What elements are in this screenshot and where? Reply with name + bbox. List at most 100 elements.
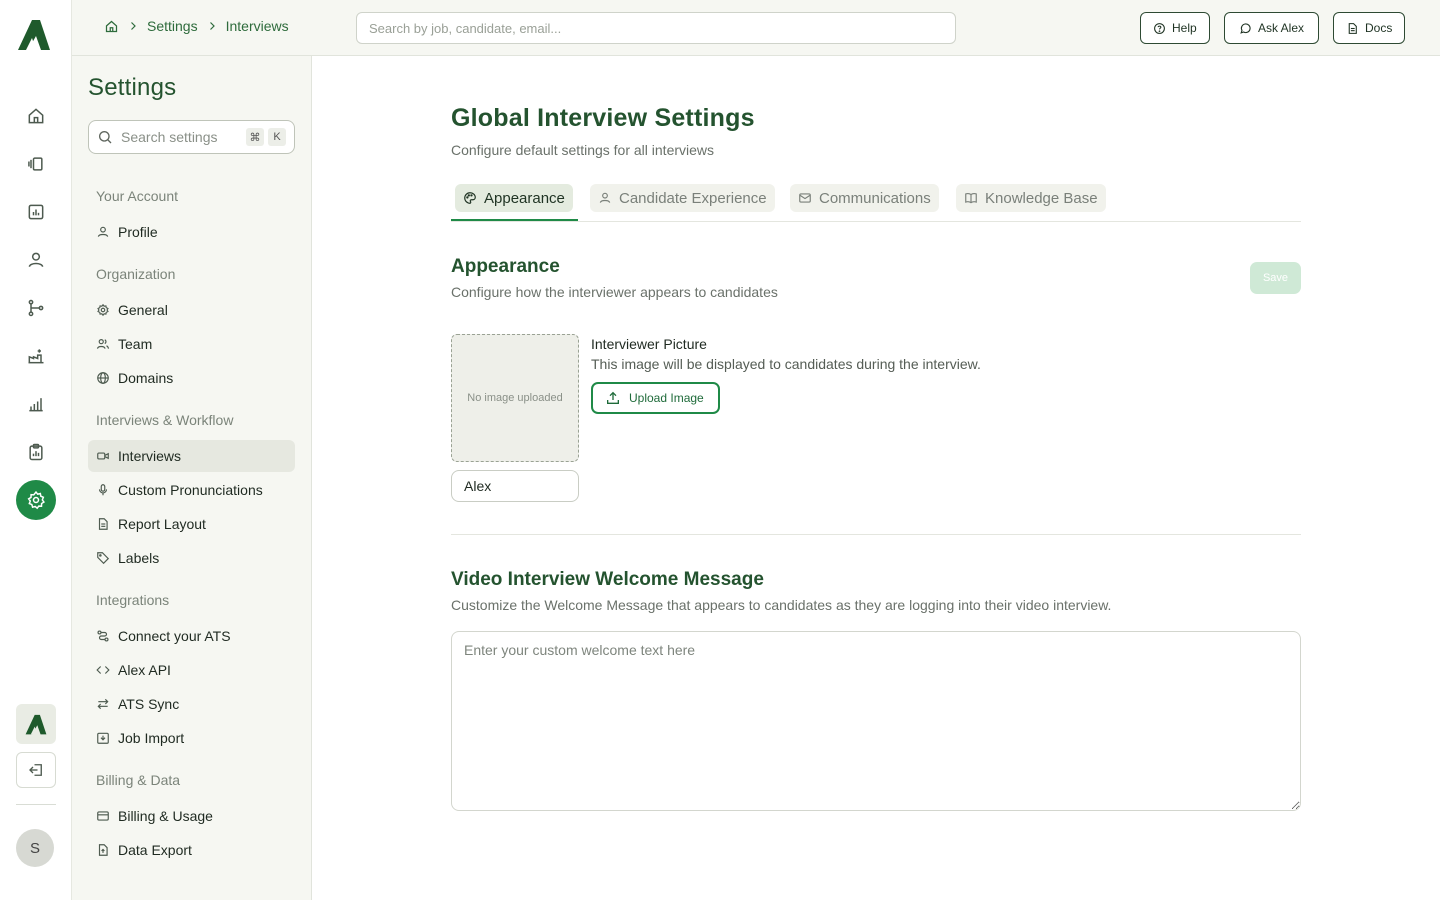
interviewer-picture-label: Interviewer Picture xyxy=(591,336,707,352)
sidebar-item-label: Data Export xyxy=(118,842,192,858)
file-export-icon xyxy=(98,844,108,856)
save-button[interactable]: Save xyxy=(1250,262,1301,294)
main-content: Global Interview Settings Configure defa… xyxy=(312,56,1440,900)
settings-sidebar: Settings ⌘ K Your Account Profile Organi… xyxy=(72,56,312,900)
sidebar-item-data-export[interactable]: Data Export xyxy=(88,834,295,866)
sidebar-item-alex-api[interactable]: Alex API xyxy=(88,654,295,686)
top-bar: Settings Interviews Help Ask Alex Docs xyxy=(72,0,1440,56)
no-image-text: No image uploaded xyxy=(467,392,563,404)
shortcut-cmd-key: ⌘ xyxy=(246,128,264,146)
global-search-input[interactable] xyxy=(356,12,956,44)
sidebar-item-label: General xyxy=(118,302,168,318)
sidebar-item-job-import[interactable]: Job Import xyxy=(88,722,295,754)
sidebar-item-label: Job Import xyxy=(118,730,185,746)
mail-icon xyxy=(799,193,811,203)
sidebar-item-report-layout[interactable]: Report Layout xyxy=(88,508,295,540)
clipboard-icon[interactable] xyxy=(16,432,56,472)
settings-search[interactable]: ⌘ K xyxy=(88,120,295,154)
help-button[interactable]: Help xyxy=(1140,12,1210,44)
bar-chart-icon[interactable] xyxy=(16,384,56,424)
settings-tabs: Appearance Candidate Experience Communic… xyxy=(451,184,1301,222)
ask-alex-button-label: Ask Alex xyxy=(1258,21,1305,35)
tab-knowledge-base[interactable]: Knowledge Base xyxy=(956,184,1106,212)
section-integrations: Integrations xyxy=(96,592,170,608)
alex-logo-icon[interactable] xyxy=(14,16,54,52)
sidebar-item-team[interactable]: Team xyxy=(88,328,295,360)
page-title: Global Interview Settings xyxy=(451,104,755,132)
welcome-message-title: Video Interview Welcome Message xyxy=(451,569,764,590)
sidebar-item-general[interactable]: General xyxy=(88,294,295,326)
git-branch-icon[interactable] xyxy=(16,288,56,328)
upload-image-button[interactable]: Upload Image xyxy=(591,382,720,414)
sidebar-item-label: Team xyxy=(118,336,153,352)
sidebar-item-billing-usage[interactable]: Billing & Usage xyxy=(88,800,295,832)
document-icon xyxy=(1348,22,1357,34)
code-icon xyxy=(96,666,110,674)
docs-button[interactable]: Docs xyxy=(1333,12,1406,44)
shortcut-k-key: K xyxy=(268,128,286,146)
sidebar-item-label: Alex API xyxy=(118,662,171,678)
tab-communications[interactable]: Communications xyxy=(790,184,939,212)
layers-icon[interactable] xyxy=(16,144,56,184)
docs-button-label: Docs xyxy=(1365,21,1393,35)
file-text-icon xyxy=(98,518,108,530)
sidebar-item-interviews[interactable]: Interviews xyxy=(88,440,295,472)
sidebar-item-label: Report Layout xyxy=(118,516,206,532)
settings-search-input[interactable] xyxy=(121,129,231,145)
welcome-message-subtitle: Customize the Welcome Message that appea… xyxy=(451,597,1112,613)
appearance-subtitle: Configure how the interviewer appears to… xyxy=(451,284,778,300)
chart-icon[interactable] xyxy=(16,192,56,232)
home-icon[interactable] xyxy=(16,96,56,136)
sidebar-item-ats-sync[interactable]: ATS Sync xyxy=(88,688,295,720)
sidebar-item-label: Profile xyxy=(118,224,158,240)
sidebar-item-label: Billing & Usage xyxy=(118,808,213,824)
tab-candidate-experience[interactable]: Candidate Experience xyxy=(590,184,775,212)
sidebar-item-custom-pronunciations[interactable]: Custom Pronunciations xyxy=(88,474,295,506)
sidebar-item-label: ATS Sync xyxy=(118,696,180,712)
sidebar-item-labels[interactable]: Labels xyxy=(88,542,295,574)
help-button-label: Help xyxy=(1172,21,1197,35)
user-icon[interactable] xyxy=(16,240,56,280)
ask-alex-button[interactable]: Ask Alex xyxy=(1224,12,1320,44)
interviewer-picture-help: This image will be displayed to candidat… xyxy=(591,356,981,372)
breadcrumb-settings[interactable]: Settings xyxy=(147,18,198,34)
credit-card-icon xyxy=(97,811,109,821)
section-your-account: Your Account xyxy=(96,188,178,204)
sidebar-item-label: Custom Pronunciations xyxy=(118,482,263,498)
settings-icon[interactable] xyxy=(16,480,56,520)
section-divider xyxy=(451,534,1301,535)
appearance-title: Appearance xyxy=(451,256,560,277)
brand-logo-icon[interactable] xyxy=(16,704,56,744)
user-icon xyxy=(599,192,611,203)
help-circle-icon xyxy=(1154,22,1165,34)
logout-icon[interactable] xyxy=(16,752,56,788)
arrows-swap-icon xyxy=(97,698,109,710)
sidebar-item-label: Labels xyxy=(118,550,160,566)
breadcrumb-interviews[interactable]: Interviews xyxy=(226,18,289,34)
sidebar-item-label: Connect your ATS xyxy=(118,628,231,644)
breadcrumb: Settings Interviews xyxy=(104,18,289,34)
sidebar-item-profile[interactable]: Profile xyxy=(88,216,295,248)
sidebar-item-connect-ats[interactable]: Connect your ATS xyxy=(88,620,295,652)
sidebar-item-label: Domains xyxy=(118,370,174,386)
sidebar-item-domains[interactable]: Domains xyxy=(88,362,295,394)
icon-rail: S xyxy=(0,0,72,900)
factory-icon[interactable] xyxy=(16,336,56,376)
upload-icon xyxy=(607,391,619,404)
welcome-message-textarea[interactable] xyxy=(451,631,1301,811)
avatar[interactable]: S xyxy=(16,829,54,867)
active-tab-indicator xyxy=(451,219,578,221)
route-icon xyxy=(97,630,109,642)
home-icon[interactable] xyxy=(104,19,119,34)
user-icon xyxy=(97,226,109,237)
interviewer-picture-placeholder[interactable]: No image uploaded xyxy=(451,334,579,462)
message-circle-icon xyxy=(1240,22,1251,34)
interviewer-name-input[interactable] xyxy=(451,470,579,502)
tag-icon xyxy=(97,552,110,565)
section-billing-data: Billing & Data xyxy=(96,772,181,788)
section-interviews-workflow: Interviews & Workflow xyxy=(96,412,234,428)
video-icon xyxy=(97,452,109,460)
chevron-right-icon xyxy=(206,20,218,32)
tab-appearance[interactable]: Appearance xyxy=(455,184,573,212)
rail-divider xyxy=(16,804,56,805)
